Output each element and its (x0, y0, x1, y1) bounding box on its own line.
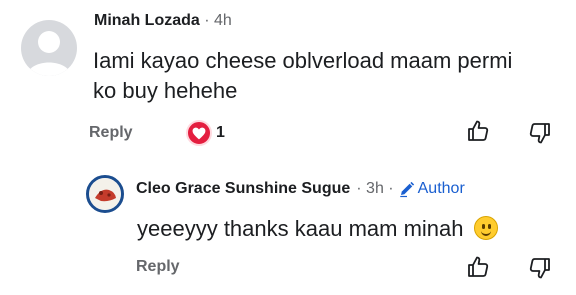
reply-button[interactable]: Reply (89, 124, 133, 142)
smiling-face-icon (473, 216, 498, 240)
dislike-button[interactable] (528, 256, 552, 285)
comment-header: Cleo Grace Sunshine Sugue · 3h · Author (136, 180, 465, 198)
like-button[interactable] (466, 119, 490, 148)
comment-text: yeeeyyy thanks kaau mam minah (137, 214, 498, 244)
comment-text-line: yeeeyyy thanks kaau mam minah (137, 216, 464, 241)
comment-timestamp[interactable]: · 3h · (356, 180, 393, 198)
like-button[interactable] (466, 255, 490, 284)
author-label: Author (417, 180, 465, 197)
reaction-count: 1 (216, 124, 225, 141)
author-badge: Author (398, 180, 465, 198)
default-avatar-icon (27, 31, 71, 76)
profile-photo-icon (89, 178, 121, 210)
thumbs-down-icon (529, 123, 550, 144)
thumbs-up-icon (468, 256, 489, 277)
comment-header: Minah Lozada · 4h (94, 12, 232, 30)
thumbs-up-icon (468, 120, 489, 141)
comment-text-line: Iami kayao cheese oblverload maam permi (93, 48, 513, 73)
comment-author-name[interactable]: Minah Lozada (94, 12, 200, 29)
avatar-cleo-grace-sunshine-sugue[interactable] (86, 175, 124, 213)
comment-timestamp[interactable]: · 4h (204, 12, 232, 29)
pencil-icon (399, 181, 414, 198)
heart-icon (186, 120, 212, 146)
comment-text: Iami kayao cheese oblverload maam permi … (93, 46, 563, 106)
comment-author-name[interactable]: Cleo Grace Sunshine Sugue (136, 180, 350, 198)
reaction-summary[interactable]: 1 (186, 120, 225, 146)
thumbs-down-icon (529, 258, 550, 279)
avatar-minah-lozada[interactable] (21, 20, 77, 76)
dislike-button[interactable] (528, 121, 552, 150)
comment-text-line: ko buy hehehe (93, 78, 238, 103)
reply-button[interactable]: Reply (136, 258, 180, 276)
